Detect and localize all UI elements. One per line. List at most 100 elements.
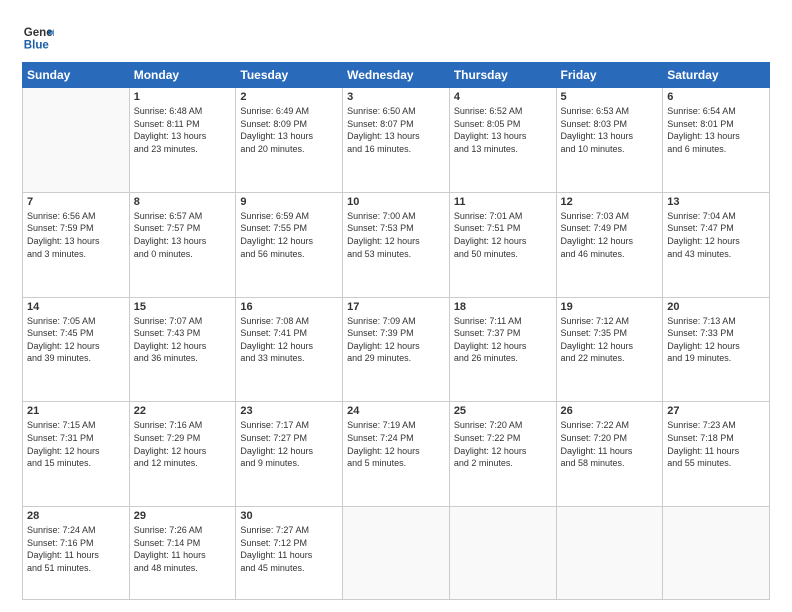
day-info: Sunrise: 6:52 AM Sunset: 8:05 PM Dayligh… [454, 105, 552, 155]
day-info: Sunrise: 7:09 AM Sunset: 7:39 PM Dayligh… [347, 315, 445, 365]
day-number: 28 [27, 510, 125, 522]
calendar-cell: 11Sunrise: 7:01 AM Sunset: 7:51 PM Dayli… [449, 192, 556, 297]
day-number: 15 [134, 301, 232, 313]
week-row-3: 14 Sunrise: 7:05 AM Sunset: 7:45 PM Dayli… [23, 297, 770, 402]
calendar: SundayMondayTuesdayWednesdayThursdayFrid… [22, 62, 770, 600]
day-number: 4 [454, 91, 552, 103]
day-header-monday: Monday [129, 63, 236, 88]
day-number: 30 [240, 510, 338, 522]
calendar-header-row: SundayMondayTuesdayWednesdayThursdayFrid… [23, 63, 770, 88]
calendar-cell [449, 507, 556, 600]
day-info: Sunrise: 7:27 AM Sunset: 7:12 PM Dayligh… [240, 524, 338, 574]
day-info: Sunrise: 6:53 AM Sunset: 8:03 PM Dayligh… [561, 105, 659, 155]
calendar-cell: 1 Sunrise: 6:48 AM Sunset: 8:11 PM Daylig… [129, 88, 236, 193]
calendar-cell: 18 Sunrise: 7:11 AM Sunset: 7:37 PM Dayli… [449, 297, 556, 402]
calendar-cell: 22 Sunrise: 7:16 AM Sunset: 7:29 PM Dayli… [129, 402, 236, 507]
day-number: 9 [240, 196, 338, 208]
day-number: 26 [561, 405, 659, 417]
calendar-cell: 20 Sunrise: 7:13 AM Sunset: 7:33 PM Dayli… [663, 297, 770, 402]
day-header-saturday: Saturday [663, 63, 770, 88]
day-info: Sunrise: 7:00 AM Sunset: 7:53 PM Dayligh… [347, 210, 445, 260]
day-number: 12 [561, 196, 659, 208]
day-info: Sunrise: 7:08 AM Sunset: 7:41 PM Dayligh… [240, 315, 338, 365]
calendar-cell: 25 Sunrise: 7:20 AM Sunset: 7:22 PM Dayli… [449, 402, 556, 507]
calendar-cell: 21 Sunrise: 7:15 AM Sunset: 7:31 PM Dayli… [23, 402, 130, 507]
calendar-cell: 24 Sunrise: 7:19 AM Sunset: 7:24 PM Dayli… [343, 402, 450, 507]
day-number: 13 [667, 196, 765, 208]
week-row-2: 7Sunrise: 6:56 AM Sunset: 7:59 PM Daylig… [23, 192, 770, 297]
day-number: 25 [454, 405, 552, 417]
day-number: 23 [240, 405, 338, 417]
calendar-cell: 19 Sunrise: 7:12 AM Sunset: 7:35 PM Dayli… [556, 297, 663, 402]
day-number: 16 [240, 301, 338, 313]
day-header-friday: Friday [556, 63, 663, 88]
day-info: Sunrise: 6:56 AM Sunset: 7:59 PM Dayligh… [27, 210, 125, 260]
calendar-cell: 16 Sunrise: 7:08 AM Sunset: 7:41 PM Dayli… [236, 297, 343, 402]
calendar-cell: 12 Sunrise: 7:03 AM Sunset: 7:49 PM Dayli… [556, 192, 663, 297]
calendar-cell: 3Sunrise: 6:50 AM Sunset: 8:07 PM Daylig… [343, 88, 450, 193]
calendar-cell: 23 Sunrise: 7:17 AM Sunset: 7:27 PM Dayli… [236, 402, 343, 507]
day-number: 2 [240, 91, 338, 103]
calendar-cell: 17Sunrise: 7:09 AM Sunset: 7:39 PM Dayli… [343, 297, 450, 402]
day-header-tuesday: Tuesday [236, 63, 343, 88]
day-number: 29 [134, 510, 232, 522]
day-info: Sunrise: 7:11 AM Sunset: 7:37 PM Dayligh… [454, 315, 552, 365]
day-info: Sunrise: 6:48 AM Sunset: 8:11 PM Dayligh… [134, 105, 232, 155]
svg-text:Blue: Blue [24, 40, 50, 52]
day-number: 21 [27, 405, 125, 417]
calendar-cell: 30 Sunrise: 7:27 AM Sunset: 7:12 PM Dayli… [236, 507, 343, 600]
day-info: Sunrise: 7:20 AM Sunset: 7:22 PM Dayligh… [454, 419, 552, 469]
day-number: 6 [667, 91, 765, 103]
calendar-cell: 4 Sunrise: 6:52 AM Sunset: 8:05 PM Daylig… [449, 88, 556, 193]
calendar-cell: 29Sunrise: 7:26 AM Sunset: 7:14 PM Dayli… [129, 507, 236, 600]
day-info: Sunrise: 6:49 AM Sunset: 8:09 PM Dayligh… [240, 105, 338, 155]
calendar-cell: 8Sunrise: 6:57 AM Sunset: 7:57 PM Daylig… [129, 192, 236, 297]
day-number: 1 [134, 91, 232, 103]
day-number: 22 [134, 405, 232, 417]
calendar-cell: 5 Sunrise: 6:53 AM Sunset: 8:03 PM Daylig… [556, 88, 663, 193]
day-info: Sunrise: 7:23 AM Sunset: 7:18 PM Dayligh… [667, 419, 765, 469]
calendar-cell: 26Sunrise: 7:22 AM Sunset: 7:20 PM Dayli… [556, 402, 663, 507]
page: General Blue SundayMondayTuesdayWednesda… [0, 0, 792, 612]
calendar-cell [23, 88, 130, 193]
day-number: 5 [561, 91, 659, 103]
day-info: Sunrise: 6:57 AM Sunset: 7:57 PM Dayligh… [134, 210, 232, 260]
day-info: Sunrise: 7:12 AM Sunset: 7:35 PM Dayligh… [561, 315, 659, 365]
logo: General Blue [22, 22, 54, 54]
day-number: 19 [561, 301, 659, 313]
day-info: Sunrise: 7:19 AM Sunset: 7:24 PM Dayligh… [347, 419, 445, 469]
day-info: Sunrise: 7:16 AM Sunset: 7:29 PM Dayligh… [134, 419, 232, 469]
calendar-cell: 14 Sunrise: 7:05 AM Sunset: 7:45 PM Dayli… [23, 297, 130, 402]
day-info: Sunrise: 7:03 AM Sunset: 7:49 PM Dayligh… [561, 210, 659, 260]
calendar-cell: 27 Sunrise: 7:23 AM Sunset: 7:18 PM Dayli… [663, 402, 770, 507]
day-number: 11 [454, 196, 552, 208]
week-row-1: 1 Sunrise: 6:48 AM Sunset: 8:11 PM Daylig… [23, 88, 770, 193]
calendar-cell [663, 507, 770, 600]
calendar-cell [343, 507, 450, 600]
day-info: Sunrise: 7:17 AM Sunset: 7:27 PM Dayligh… [240, 419, 338, 469]
day-info: Sunrise: 7:15 AM Sunset: 7:31 PM Dayligh… [27, 419, 125, 469]
day-info: Sunrise: 6:50 AM Sunset: 8:07 PM Dayligh… [347, 105, 445, 155]
day-header-sunday: Sunday [23, 63, 130, 88]
day-info: Sunrise: 7:05 AM Sunset: 7:45 PM Dayligh… [27, 315, 125, 365]
day-info: Sunrise: 7:07 AM Sunset: 7:43 PM Dayligh… [134, 315, 232, 365]
day-number: 27 [667, 405, 765, 417]
day-info: Sunrise: 7:13 AM Sunset: 7:33 PM Dayligh… [667, 315, 765, 365]
week-row-5: 28Sunrise: 7:24 AM Sunset: 7:16 PM Dayli… [23, 507, 770, 600]
day-info: Sunrise: 6:59 AM Sunset: 7:55 PM Dayligh… [240, 210, 338, 260]
day-header-wednesday: Wednesday [343, 63, 450, 88]
calendar-cell: 15 Sunrise: 7:07 AM Sunset: 7:43 PM Dayli… [129, 297, 236, 402]
header: General Blue [22, 18, 770, 54]
logo-icon: General Blue [22, 22, 54, 54]
day-number: 14 [27, 301, 125, 313]
calendar-cell: 7Sunrise: 6:56 AM Sunset: 7:59 PM Daylig… [23, 192, 130, 297]
calendar-cell: 2 Sunrise: 6:49 AM Sunset: 8:09 PM Daylig… [236, 88, 343, 193]
calendar-cell: 10Sunrise: 7:00 AM Sunset: 7:53 PM Dayli… [343, 192, 450, 297]
calendar-cell: 6 Sunrise: 6:54 AM Sunset: 8:01 PM Daylig… [663, 88, 770, 193]
day-info: Sunrise: 6:54 AM Sunset: 8:01 PM Dayligh… [667, 105, 765, 155]
day-number: 18 [454, 301, 552, 313]
day-number: 24 [347, 405, 445, 417]
calendar-cell: 9 Sunrise: 6:59 AM Sunset: 7:55 PM Daylig… [236, 192, 343, 297]
day-header-thursday: Thursday [449, 63, 556, 88]
day-number: 20 [667, 301, 765, 313]
